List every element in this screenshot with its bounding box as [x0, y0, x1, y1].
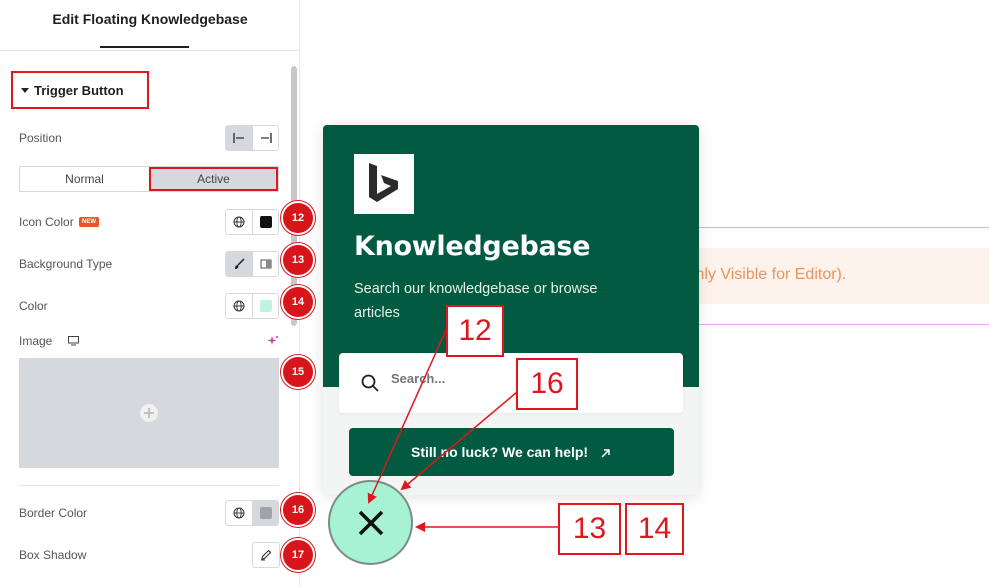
bing-logo — [354, 154, 414, 214]
box-shadow-edit-button[interactable] — [253, 543, 279, 567]
panel-tab-indicator — [100, 46, 189, 48]
icon-color-label: Icon Color — [19, 215, 74, 229]
background-type-control — [225, 251, 279, 277]
search-icon — [361, 374, 379, 392]
panel-divider — [0, 50, 300, 51]
section-separator — [19, 485, 279, 486]
position-control — [225, 125, 279, 151]
tab-normal[interactable]: Normal — [20, 167, 149, 191]
marker-13: 13 — [281, 243, 315, 277]
icon-color-control — [225, 209, 279, 235]
color-swatch — [259, 300, 272, 312]
annotation-label-12: 12 — [446, 305, 504, 357]
border-color-picker[interactable] — [252, 501, 278, 525]
border-color-control — [225, 500, 279, 526]
annotation-label-14: 14 — [625, 503, 684, 555]
position-right-button[interactable] — [252, 126, 278, 150]
annotation-label-13: 13 — [558, 503, 621, 555]
kb-search-box[interactable] — [339, 353, 683, 413]
globe-icon — [233, 507, 245, 519]
editor-notice-border-bottom — [680, 324, 989, 325]
box-shadow-control — [252, 542, 280, 568]
desktop-icon[interactable] — [68, 336, 79, 346]
background-gradient-button[interactable] — [252, 252, 278, 276]
border-color-label: Border Color — [19, 506, 88, 520]
icon-color-swatch — [259, 216, 272, 228]
background-classic-button[interactable] — [226, 252, 252, 276]
kb-header: Knowledgebase Search our knowledgebase o… — [323, 125, 699, 387]
annotation-label-16: 16 — [516, 358, 578, 410]
kb-help-label: Still no luck? We can help! — [411, 444, 589, 460]
align-left-icon — [233, 133, 244, 143]
knowledgebase-popup: Knowledgebase Search our knowledgebase o… — [323, 125, 699, 495]
globe-icon — [233, 300, 245, 312]
marker-12: 12 — [281, 201, 315, 235]
color-label: Color — [19, 299, 48, 313]
gradient-icon — [260, 259, 271, 269]
background-type-label: Background Type — [19, 257, 113, 271]
border-color-swatch — [259, 507, 272, 519]
new-badge: NEW — [79, 217, 99, 227]
image-label: Image — [19, 334, 53, 348]
border-color-global-button[interactable] — [226, 501, 252, 525]
close-icon — [358, 510, 383, 535]
state-tabs: Normal Active — [19, 166, 279, 192]
trigger-button[interactable] — [328, 480, 413, 565]
kb-title: Knowledgebase — [354, 231, 591, 262]
color-control — [225, 293, 279, 319]
section-trigger-button[interactable]: Trigger Button — [11, 71, 149, 109]
image-upload-area[interactable] — [19, 358, 279, 468]
marker-16: 16 — [281, 493, 315, 527]
icon-color-picker[interactable] — [252, 210, 278, 234]
color-global-button[interactable] — [226, 294, 252, 318]
icon-color-global-button[interactable] — [226, 210, 252, 234]
marker-14: 14 — [281, 285, 315, 319]
editor-panel: Edit Floating Knowledgebase Trigger Butt… — [0, 0, 300, 587]
editor-notice-text: Only Visible for Editor). — [683, 266, 847, 283]
position-left-button[interactable] — [226, 126, 252, 150]
position-label: Position — [19, 131, 62, 145]
align-right-icon — [260, 133, 272, 143]
editor-notice-border-top — [680, 227, 989, 228]
color-picker[interactable] — [252, 294, 278, 318]
kb-help-button[interactable]: Still no luck? We can help! — [349, 428, 674, 476]
plus-icon — [140, 404, 158, 422]
globe-icon — [233, 216, 245, 228]
marker-17: 17 — [281, 538, 315, 572]
brush-icon — [235, 258, 245, 269]
pencil-icon — [261, 549, 272, 561]
box-shadow-label: Box Shadow — [19, 548, 87, 562]
sparkle-icon[interactable] — [267, 335, 279, 347]
arrow-up-right-icon — [601, 449, 610, 458]
panel-title: Edit Floating Knowledgebase — [52, 11, 248, 27]
section-label: Trigger Button — [34, 83, 124, 98]
marker-15: 15 — [281, 355, 315, 389]
caret-down-icon — [21, 88, 29, 93]
tab-active[interactable]: Active — [149, 167, 278, 191]
